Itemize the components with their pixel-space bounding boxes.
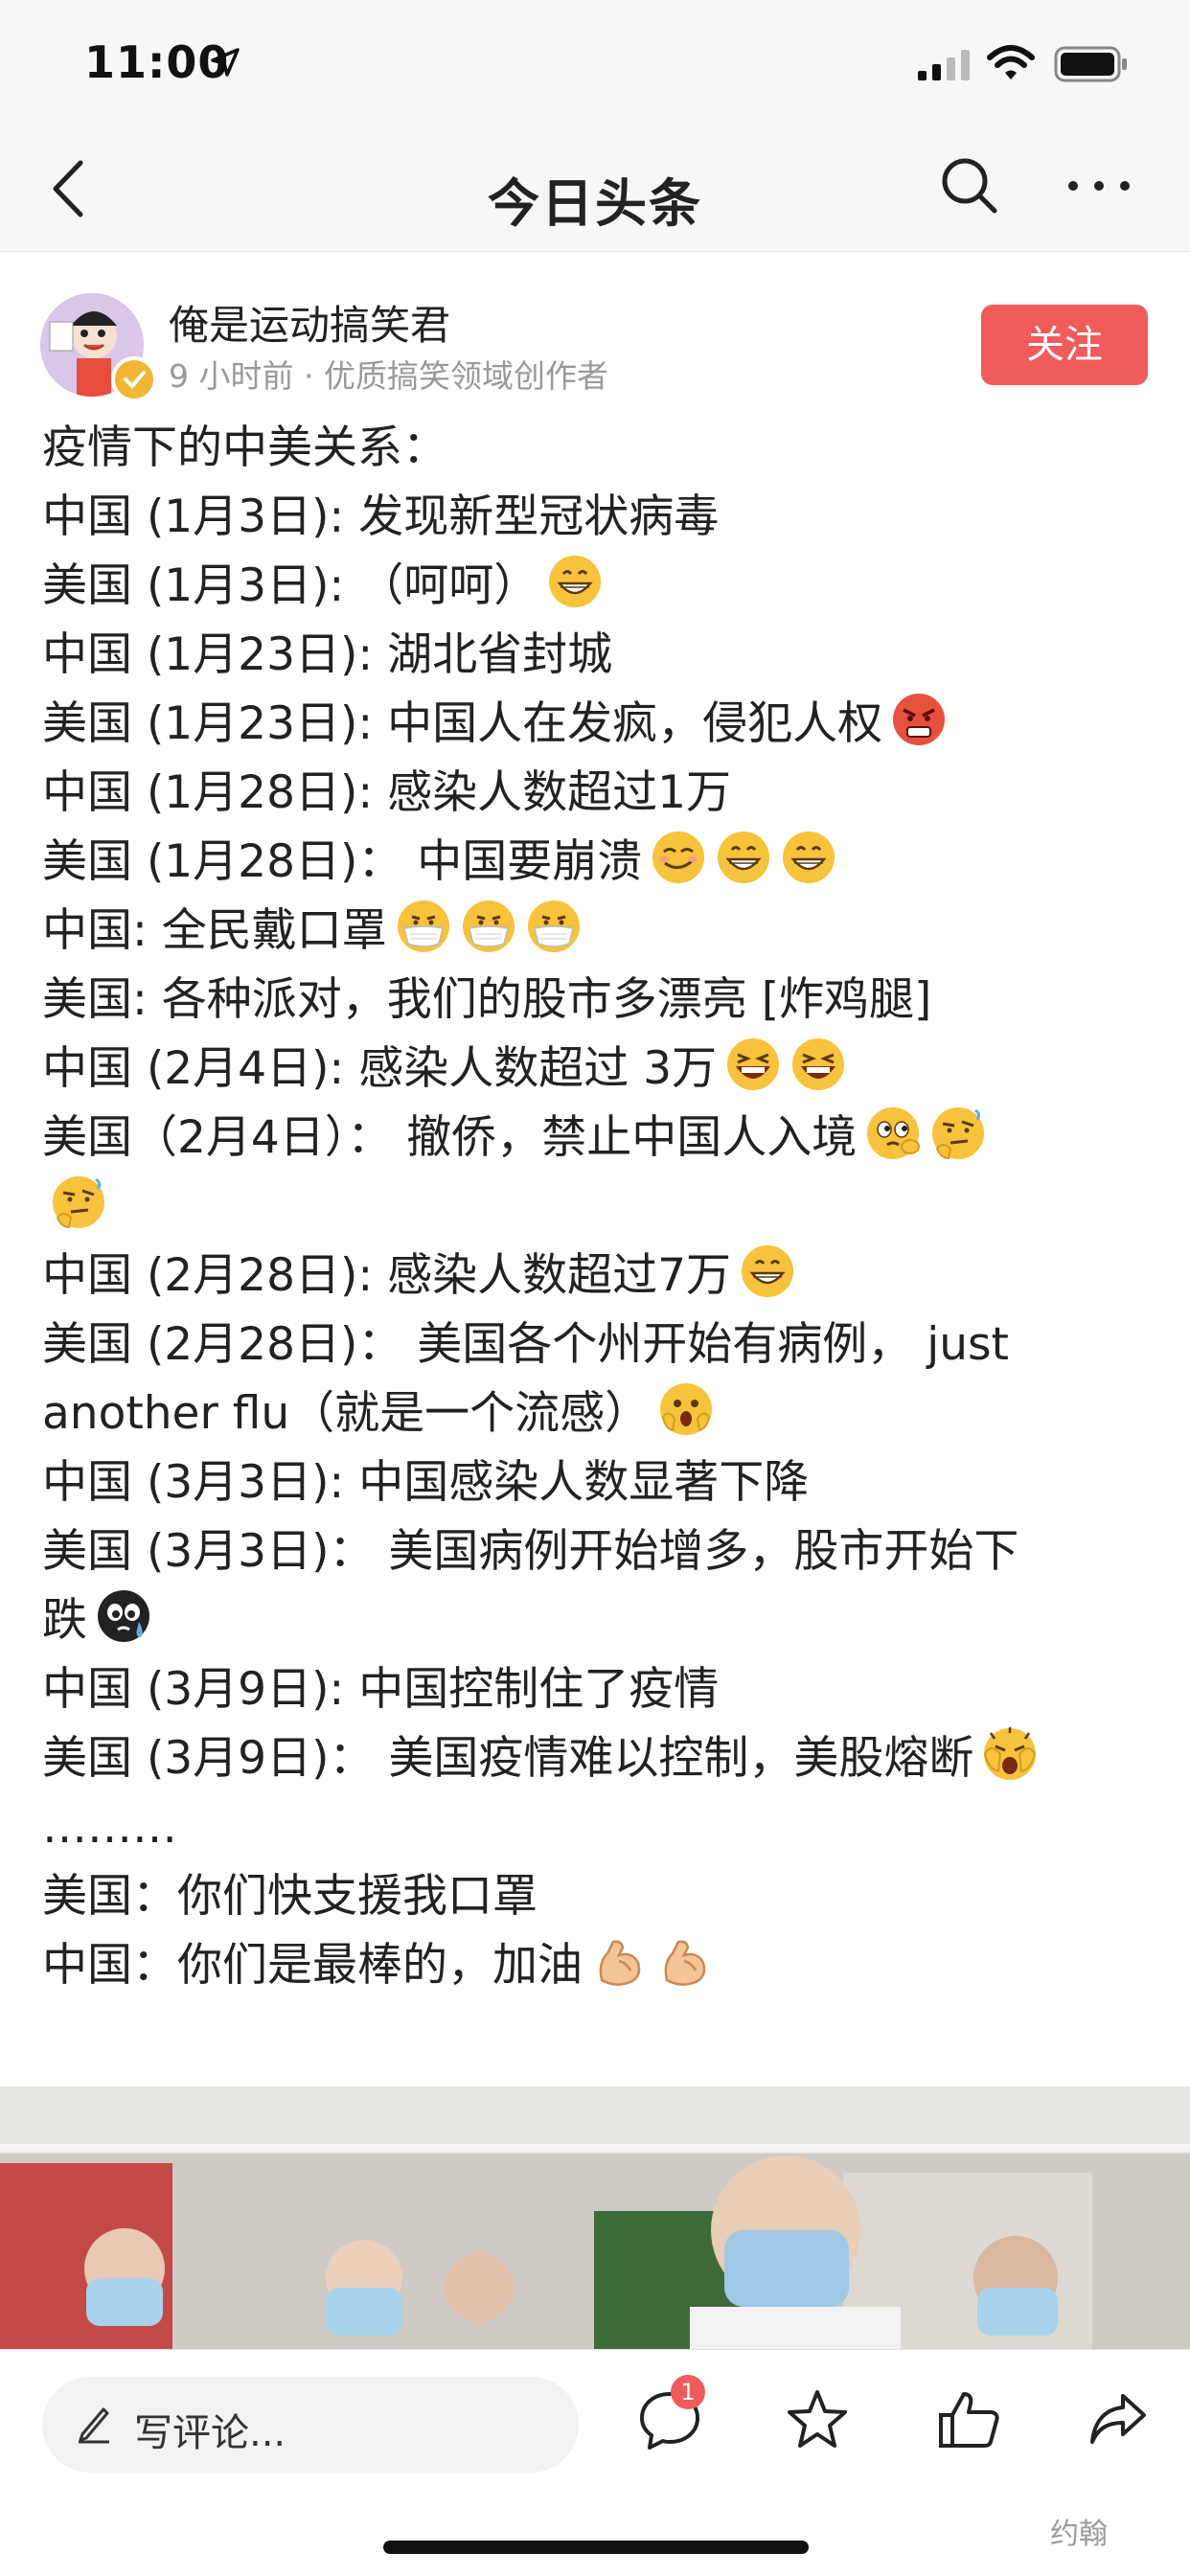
article-line: another flu（就是一个流感） [42,1379,1154,1448]
article-line-text: 中国 (3月9日): 中国控制住了疫情 [42,1663,720,1716]
article-line [42,1173,1154,1242]
status-bar: 11:00 [0,0,1190,126]
article-line-text: 中国: 全民戴口罩 [42,904,387,957]
article-line-text: 跌 [42,1594,87,1647]
think-emoji-icon [50,1174,107,1231]
location-arrow-icon [211,48,240,77]
mask-emoji-icon [395,898,452,955]
like-icon[interactable] [935,2386,1002,2453]
more-icon[interactable] [1065,176,1133,195]
grin-emoji-icon [780,829,837,886]
article-line: 中国 (2月4日): 感染人数超过 3万 [42,1035,1154,1104]
article-line: 中国 (2月28日): 感染人数超过7万 [42,1242,1154,1311]
comment-placeholder: 写评论... [134,2411,286,2455]
article-line-text: 中国 (2月28日): 感染人数超过7万 [42,1249,731,1302]
article-line: 中国：你们是最棒的，加油 [42,1931,1154,2000]
article-line: 美国 (3月9日)： 美国疫情难以控制，美股熔断 [42,1724,1154,1793]
article-line-text: 中国 (1月23日): 湖北省封城 [42,628,613,681]
grin-emoji-icon [546,553,604,610]
author-name[interactable]: 俺是运动搞笑君 [169,293,450,352]
article-line-text: 美国 (3月9日)： 美国疫情难以控制，美股熔断 [42,1732,974,1785]
smirk-emoji-icon [650,829,707,886]
battery-icon [1054,46,1127,82]
article-line: 美国（2月4日）： 撤侨，禁止中国人入境 [42,1104,1154,1173]
muscle-emoji-icon [655,1932,713,1990]
article-line: 美国：你们快支援我口罩 [42,1862,1154,1931]
author-meta: 9 小时前 · 优质搞笑领域创作者 [169,357,608,395]
eyes-emoji-icon [864,1105,922,1162]
article-line-text: ……… [42,1801,177,1854]
angry-emoji-icon [890,691,948,748]
follow-button[interactable]: 关注 [981,305,1148,385]
verified-badge-icon [111,356,157,402]
article-line-text: 中国：你们是最棒的，加油 [42,1939,583,1992]
pen-icon [79,2407,109,2444]
laugh-emoji-icon [724,1036,782,1093]
article-line-text: 美国 (1月3日): （呵呵） [42,559,539,612]
article-line-text: 美国 (2月28日)： 美国各个州开始有病例， just [42,1318,1009,1371]
wifi-icon [987,45,1035,80]
mask-emoji-icon [460,898,517,955]
article-line-text: another flu（就是一个流感） [42,1387,651,1440]
article-line: 中国 (1月23日): 湖北省封城 [42,621,1154,690]
laugh-emoji-icon [790,1036,847,1093]
article-line-text: 美国 (1月28日)： 中国要崩溃 [42,835,643,888]
article-line: 中国 (3月3日): 中国感染人数显著下降 [42,1448,1154,1517]
mask-emoji-icon [525,898,583,955]
article-line: 中国: 全民戴口罩 [42,897,1154,966]
comment-count-badge: 1 [671,2375,705,2409]
article-line: ……… [42,1793,1154,1862]
page-title: 今日头条 [488,173,702,234]
status-time: 11:00 [84,36,230,88]
article-line: 美国 (1月28日)： 中国要崩溃 [42,828,1154,897]
article-line: 中国 (1月3日): 发现新型冠状病毒 [42,483,1154,552]
article-photo[interactable] [0,2086,1190,2355]
article-line-text: 美国：你们快支援我口罩 [42,1870,538,1923]
comment-input[interactable]: 写评论... [42,2377,579,2473]
article-line-text: 美国: 各种派对，我们的股市多漂亮 [炸鸡腿] [42,973,932,1026]
article-line-text: 中国 (1月28日): 感染人数超过1万 [42,766,731,819]
share-icon[interactable] [1085,2386,1152,2453]
shock-emoji-icon [657,1380,715,1438]
home-indicator[interactable] [383,2541,809,2554]
article-line: 美国 (2月28日)： 美国各个州开始有病例， just [42,1311,1154,1379]
article-line-text: 美国（2月4日）： 撤侨，禁止中国人入境 [42,1111,858,1164]
search-icon[interactable] [939,155,1000,217]
article-line: 疫情下的中美关系： [42,414,1154,483]
article-line: 美国 (1月23日): 中国人在发疯，侵犯人权 [42,690,1154,759]
article-line: 美国 (1月3日): （呵呵） [42,552,1154,621]
watermark: 约翰 [1050,2518,1108,2551]
photo-image [0,2086,1190,2355]
article-line-text: 疫情下的中美关系： [42,422,447,474]
article-line: 跌 [42,1586,1154,1655]
article-line-text: 中国 (1月3日): 发现新型冠状病毒 [42,490,720,543]
article-line-text: 中国 (2月4日): 感染人数超过 3万 [42,1042,718,1095]
grin-emoji-icon [715,829,772,886]
article-line-text: 美国 (3月3日)： 美国病例开始增多，股市开始下 [42,1525,1019,1578]
grin-emoji-icon [739,1242,796,1300]
article-line-text: 美国 (1月23日): 中国人在发疯，侵犯人权 [42,697,883,750]
sweat-emoji-icon [95,1587,152,1645]
nav-bar: 今日头条 [0,126,1190,252]
article-line: 美国: 各种派对，我们的股市多漂亮 [炸鸡腿] [42,966,1154,1035]
muscle-emoji-icon [590,1932,648,1990]
think-emoji-icon [929,1105,987,1162]
article-line: 中国 (1月28日): 感染人数超过1万 [42,759,1154,828]
article-body: 疫情下的中美关系： 中国 (1月3日): 发现新型冠状病毒 美国 (1月3日): （… [42,414,1154,2000]
shock2-emoji-icon [981,1725,1039,1783]
cellular-signal-icon [918,50,970,80]
star-icon[interactable] [784,2386,851,2453]
article-line: 美国 (3月3日)： 美国病例开始增多，股市开始下 [42,1517,1154,1586]
article-line-text: 中国 (3月3日): 中国感染人数显著下降 [42,1456,810,1509]
article-line: 中国 (3月9日): 中国控制住了疫情 [42,1655,1154,1724]
